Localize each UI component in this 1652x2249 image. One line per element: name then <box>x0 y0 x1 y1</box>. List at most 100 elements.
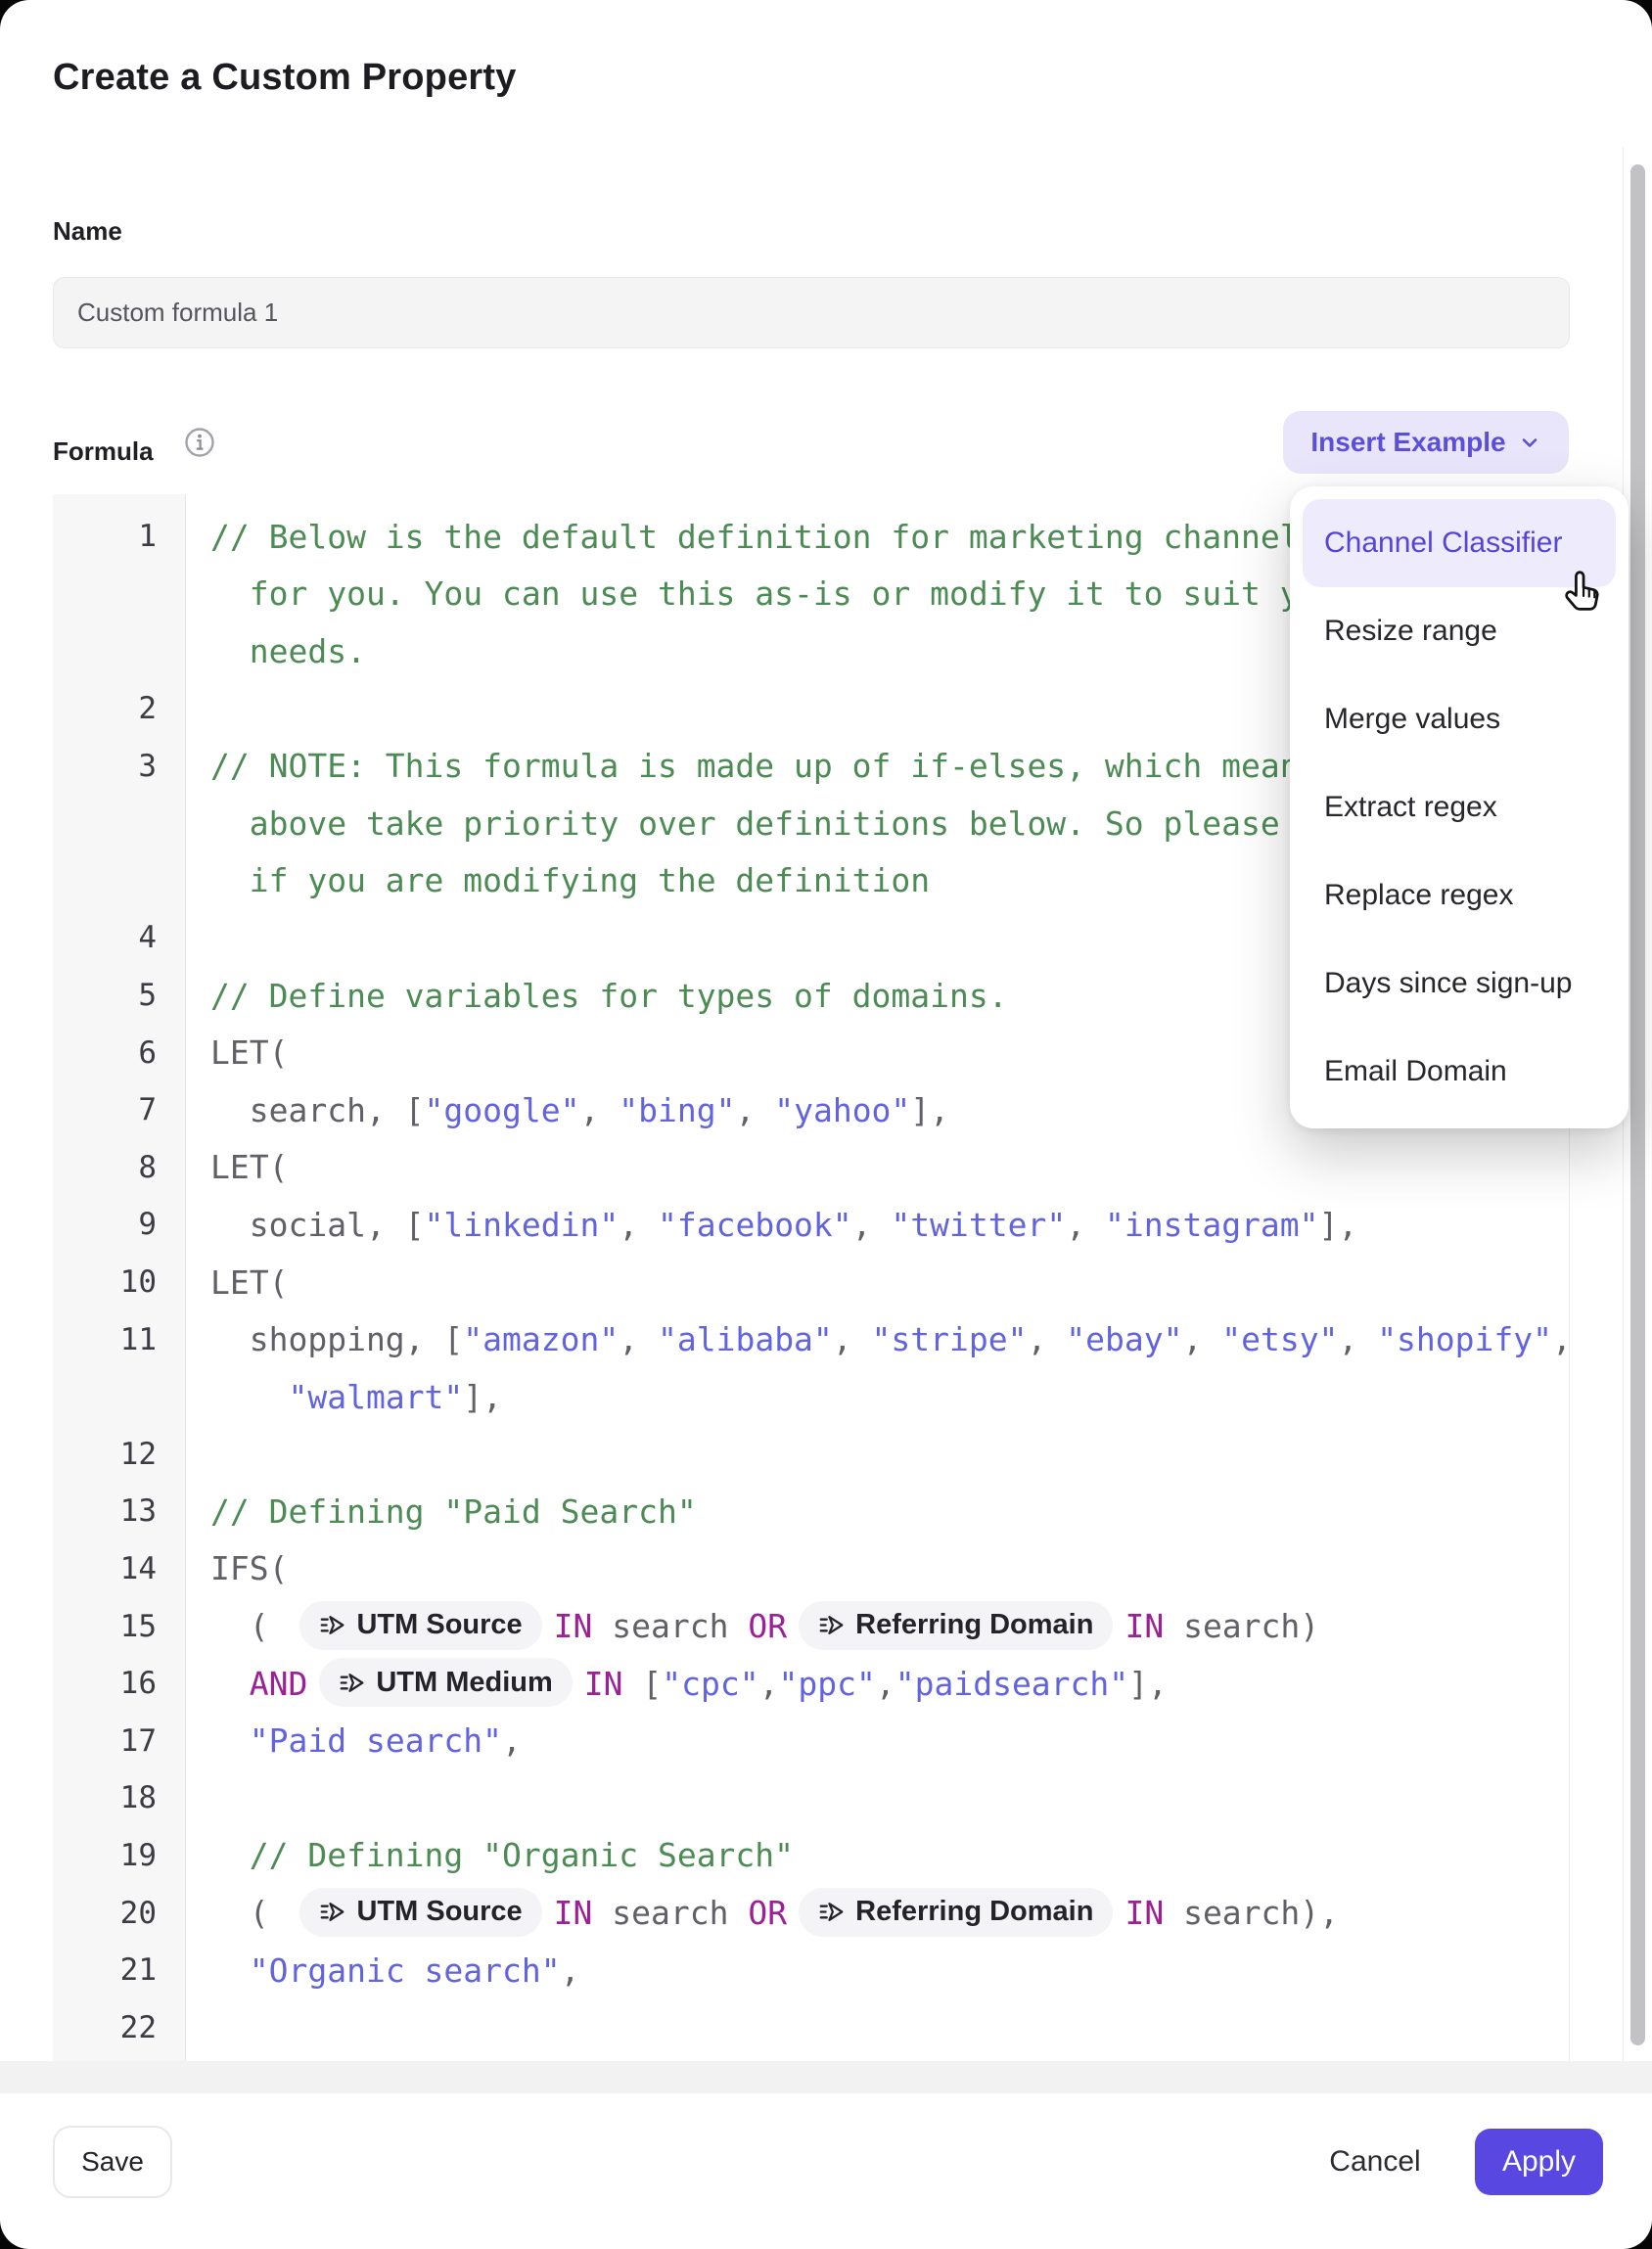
code-text <box>210 1378 288 1416</box>
code-text: IFS( <box>210 1549 288 1587</box>
code-string: "bing" <box>619 1091 735 1129</box>
code-line: "walmart"], <box>186 1378 502 1416</box>
code-text: ], <box>1319 1206 1358 1244</box>
line-number: 10 <box>53 1264 186 1300</box>
code-line: if you are modifying the definition <box>186 861 930 899</box>
code-string: "stripe" <box>872 1320 1028 1358</box>
code-row: 15 ( UTM SourceIN search ORReferring Dom… <box>53 1597 1569 1655</box>
code-text: , <box>1182 1320 1221 1358</box>
code-text <box>210 1665 250 1703</box>
line-number: 11 <box>53 1322 186 1357</box>
menu-item-days-since-sign-up[interactable]: Days since sign-up <box>1303 940 1616 1028</box>
code-string: "ppc" <box>779 1665 876 1703</box>
code-text: search, [ <box>210 1091 425 1129</box>
vertical-scrollbar-thumb[interactable] <box>1630 164 1645 2045</box>
code-text: , <box>619 1320 658 1358</box>
property-chip-utm-source[interactable]: UTM Source <box>299 1888 541 1937</box>
code-line: social, ["linkedin", "facebook", "twitte… <box>186 1206 1357 1244</box>
line-number: 20 <box>53 1896 186 1931</box>
menu-item-replace-regex[interactable]: Replace regex <box>1303 851 1616 940</box>
code-comment: for you. You can use this as-is or modif… <box>210 574 1338 613</box>
code-text: , <box>1552 1320 1570 1358</box>
code-text <box>210 1951 250 1990</box>
line-number: 17 <box>53 1723 186 1759</box>
code-string: "yahoo" <box>774 1091 910 1129</box>
code-row: 10LET( <box>53 1254 1569 1311</box>
menu-item-extract-regex[interactable]: Extract regex <box>1303 763 1616 851</box>
line-number: 21 <box>53 1952 186 1988</box>
code-text: , <box>1066 1206 1105 1244</box>
property-token-icon <box>818 1899 845 1925</box>
code-text: , <box>735 1091 774 1129</box>
property-chip-referring-domain[interactable]: Referring Domain <box>799 1888 1113 1937</box>
code-text: , <box>619 1206 658 1244</box>
code-text: , <box>1338 1320 1377 1358</box>
code-row: 8LET( <box>53 1139 1569 1197</box>
property-chip-label: Referring Domain <box>855 1896 1093 1928</box>
property-token-icon <box>319 1612 345 1638</box>
code-operator: OR <box>748 1894 787 1932</box>
code-line: // Below is the default definition for m… <box>186 518 1318 556</box>
line-number: 2 <box>53 691 186 726</box>
property-chip-referring-domain[interactable]: Referring Domain <box>799 1601 1113 1650</box>
code-line: above take priority over definitions bel… <box>186 804 1338 843</box>
code-operator: AND <box>250 1665 308 1703</box>
line-number: 9 <box>53 1207 186 1242</box>
code-string: "Organic search" <box>250 1951 561 1990</box>
code-operator: IN <box>584 1665 623 1703</box>
chevron-down-icon <box>1518 431 1541 454</box>
code-string: "shopify" <box>1377 1320 1552 1358</box>
apply-button[interactable]: Apply <box>1475 2129 1603 2195</box>
formula-label: Formula <box>53 436 154 467</box>
page-title: Create a Custom Property <box>53 57 517 99</box>
menu-item-email-domain[interactable]: Email Domain <box>1303 1028 1616 1116</box>
code-text: , <box>759 1665 779 1703</box>
code-text: search <box>592 1894 748 1932</box>
code-row: 20 ( UTM SourceIN search ORReferring Dom… <box>53 1884 1569 1942</box>
property-chip-label: UTM Source <box>356 1609 522 1641</box>
code-line: IFS( <box>186 1549 288 1587</box>
insert-example-button[interactable]: Insert Example <box>1283 411 1569 474</box>
code-comment: // Below is the default definition for m… <box>210 518 1318 556</box>
code-row: 11 shopping, ["amazon", "alibaba", "stri… <box>53 1310 1569 1368</box>
property-chip-utm-source[interactable]: UTM Source <box>299 1601 541 1650</box>
code-line: shopping, ["amazon", "alibaba", "stripe"… <box>186 1320 1570 1358</box>
insert-example-label: Insert Example <box>1310 427 1505 458</box>
code-row: 18 <box>53 1769 1569 1827</box>
name-input[interactable] <box>53 277 1570 348</box>
code-string: "Paid search" <box>250 1721 502 1760</box>
line-number: 18 <box>53 1780 186 1815</box>
cancel-button[interactable]: Cancel <box>1309 2129 1441 2195</box>
code-line: for you. You can use this as-is or modif… <box>186 574 1338 613</box>
property-chip-label: Referring Domain <box>855 1609 1093 1641</box>
code-line: "Paid search", <box>186 1721 522 1760</box>
code-text: search <box>592 1607 748 1645</box>
code-text: , <box>561 1951 580 1990</box>
code-row: 9 social, ["linkedin", "facebook", "twit… <box>53 1196 1569 1254</box>
code-line: LET( <box>186 1148 288 1186</box>
code-comment: // NOTE: This formula is made up of if-e… <box>210 747 1318 785</box>
code-comment: if you are modifying the definition <box>210 861 930 899</box>
code-comment: needs. <box>210 632 366 670</box>
line-number: 6 <box>53 1035 186 1071</box>
horizontal-scrollbar-track[interactable] <box>0 2061 1652 2093</box>
code-string: "cpc" <box>662 1665 758 1703</box>
code-operator: IN <box>554 1607 593 1645</box>
code-line: // Defining "Paid Search" <box>186 1492 697 1531</box>
menu-item-merge-values[interactable]: Merge values <box>1303 675 1616 763</box>
code-line: // NOTE: This formula is made up of if-e… <box>186 747 1318 785</box>
code-line: // Defining "Organic Search" <box>186 1836 794 1874</box>
info-icon <box>184 427 215 458</box>
code-string: "alibaba" <box>658 1320 833 1358</box>
line-number: 5 <box>53 978 186 1013</box>
code-line: ( UTM SourceIN search ORReferring Domain… <box>186 1889 1339 1938</box>
code-text: social, [ <box>210 1206 425 1244</box>
code-line: needs. <box>186 632 366 670</box>
code-text: [ <box>623 1665 663 1703</box>
property-chip-utm-medium[interactable]: UTM Medium <box>319 1658 572 1707</box>
code-comment: // Defining "Paid Search" <box>210 1492 697 1531</box>
line-number: 16 <box>53 1666 186 1701</box>
save-button[interactable]: Save <box>53 2126 172 2198</box>
code-text: , <box>876 1665 895 1703</box>
code-row: 19 // Defining "Organic Search" <box>53 1827 1569 1885</box>
